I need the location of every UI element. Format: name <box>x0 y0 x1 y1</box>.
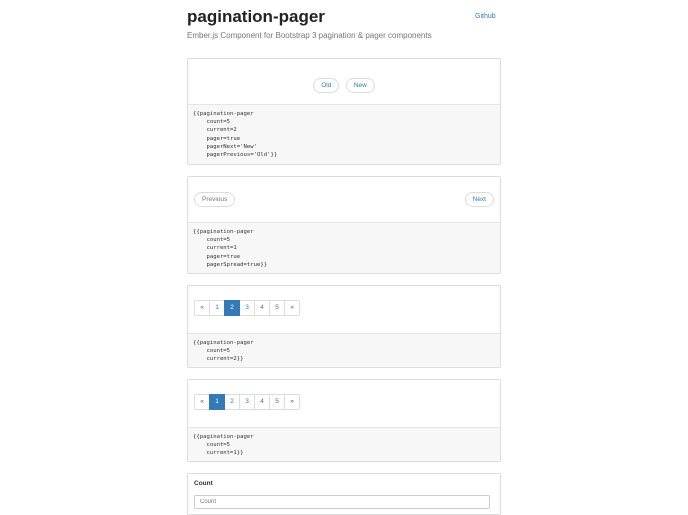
pagination-page-5[interactable]: 5 <box>269 300 285 316</box>
pagination-page-4[interactable]: 4 <box>254 394 270 410</box>
page-container: pagination-pager Github Ember.js Compone… <box>187 0 501 515</box>
pager-previous-button[interactable]: Old <box>313 78 340 93</box>
pagination-page-1[interactable]: 1 <box>209 300 225 316</box>
demo-area: « 1 2 3 4 5 » <box>188 380 500 427</box>
code-snippet: {{pagination-pager count=5 current=1}} <box>188 427 500 461</box>
demo-area: Old New <box>188 59 500 104</box>
pagination-next-button[interactable]: » <box>284 394 300 410</box>
github-link[interactable]: Github <box>475 13 496 20</box>
count-label: Count <box>194 480 213 487</box>
pagination-page-3[interactable]: 3 <box>239 394 255 410</box>
pagination-prev-button[interactable]: « <box>194 394 210 410</box>
pagination-page-2[interactable]: 2 <box>224 394 240 410</box>
code-snippet: {{pagination-pager count=5 current=2 pag… <box>188 104 500 164</box>
pagination-next-button[interactable]: » <box>284 300 300 316</box>
page-subtitle: Ember.js Component for Bootstrap 3 pagin… <box>187 31 432 40</box>
pagination: « 1 2 3 4 5 » <box>194 300 300 316</box>
demo-area: Previous Next <box>188 177 500 222</box>
count-input[interactable] <box>194 495 490 509</box>
pagination-page-3[interactable]: 3 <box>239 300 255 316</box>
demo-panel-pager-spread: Previous Next {{pagination-pager count=5… <box>187 176 501 274</box>
code-snippet: {{pagination-pager count=5 current=1 pag… <box>188 222 500 273</box>
pagination-page-4[interactable]: 4 <box>254 300 270 316</box>
settings-form: Count <box>188 474 500 509</box>
page-title: pagination-pager <box>187 7 325 26</box>
pagination-page-2[interactable]: 2 <box>224 300 240 316</box>
pagination-page-1[interactable]: 1 <box>209 394 225 410</box>
demo-panel-pagination-1: « 1 2 3 4 5 » {{pagination-pager count=5… <box>187 379 501 462</box>
demo-area: « 1 2 3 4 5 » <box>188 286 500 333</box>
pager: Old New <box>188 74 500 93</box>
pager-next-button[interactable]: New <box>345 78 375 93</box>
pager-previous-button[interactable]: Previous <box>194 192 236 207</box>
demo-panel-pagination-2: « 1 2 3 4 5 » {{pagination-pager count=5… <box>187 285 501 368</box>
pagination-prev-button[interactable]: « <box>194 300 210 316</box>
settings-panel: Count <box>187 473 501 515</box>
pagination-page-5[interactable]: 5 <box>269 394 285 410</box>
pager-next-button[interactable]: Next <box>464 192 494 207</box>
code-snippet: {{pagination-pager count=5 current=2}} <box>188 333 500 367</box>
demo-panel-pager: Old New {{pagination-pager count=5 curre… <box>187 58 501 165</box>
pagination: « 1 2 3 4 5 » <box>194 394 300 410</box>
page-header: pagination-pager Github Ember.js Compone… <box>187 0 501 58</box>
